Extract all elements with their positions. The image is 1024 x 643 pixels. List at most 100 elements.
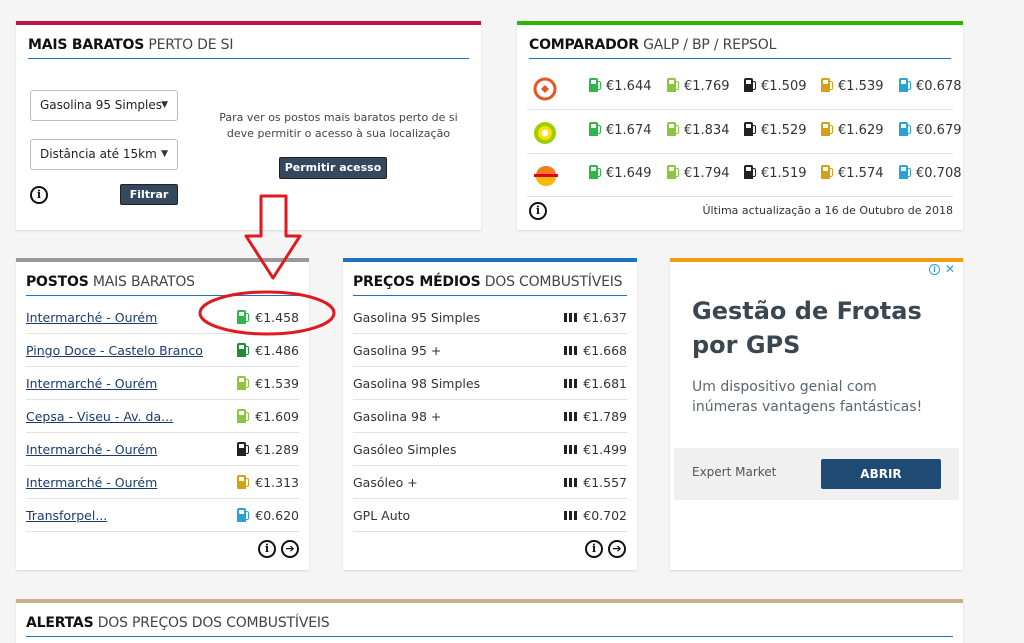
card-title: MAIS BARATOS PERTO DE SI xyxy=(28,37,469,59)
fuel-pump-icon xyxy=(744,78,756,92)
last-update-text: Última actualização a 16 de Outubro de 2… xyxy=(702,204,953,217)
average-price-row: Gasolina 95 + €1.668 xyxy=(353,334,627,367)
comparator-price: €1.649 xyxy=(589,165,652,181)
card-accent-bar xyxy=(343,258,637,262)
allow-location-button[interactable]: Permitir acesso xyxy=(279,157,387,179)
station-link[interactable]: Pingo Doce - Castelo Branco xyxy=(26,343,203,358)
fuel-pump-icon xyxy=(589,165,601,179)
comparator-price: €1.509 xyxy=(744,78,807,94)
average-price-row: Gasolina 98 + €1.789 xyxy=(353,400,627,433)
comparator-price: €1.834 xyxy=(667,121,730,138)
card-accent-bar xyxy=(16,21,481,25)
comparator-price: €0.708 xyxy=(899,165,962,181)
bar-chart-icon xyxy=(564,412,579,421)
filter-button[interactable]: Filtrar xyxy=(120,184,178,205)
station-price: €1.313 xyxy=(237,475,299,490)
fuel-pump-icon xyxy=(237,508,250,522)
station-link[interactable]: Intermarché - Ourém xyxy=(26,376,157,391)
nearby-cheapest-card: MAIS BARATOS PERTO DE SI Gasolina 95 Sim… xyxy=(16,21,481,230)
bar-chart-icon xyxy=(564,313,579,322)
station-price: €1.458 xyxy=(237,310,299,325)
comparator-price: €1.769 xyxy=(667,78,730,94)
fuel-pump-icon xyxy=(821,121,833,136)
fuel-pump-icon xyxy=(237,376,250,390)
fuel-pump-icon xyxy=(744,165,756,179)
station-price: €1.289 xyxy=(237,442,299,457)
ad-open-button[interactable]: ABRIR xyxy=(821,459,941,489)
info-icon[interactable]: i xyxy=(585,540,603,558)
fuel-pump-icon xyxy=(744,121,756,136)
arrow-right-icon[interactable]: ➔ xyxy=(608,540,626,558)
station-link[interactable]: Intermarché - Ourém xyxy=(26,310,157,325)
location-message: Para ver os postos mais baratos perto de… xyxy=(219,111,458,140)
fuel-name: Gasolina 98 Simples xyxy=(353,376,481,391)
station-link[interactable]: Intermarché - Ourém xyxy=(26,475,157,490)
card-title: COMPARADOR GALP / BP / REPSOL xyxy=(529,37,951,59)
ad-body: Um dispositivo genial com inúmeras vanta… xyxy=(692,379,923,415)
fuel-pump-icon xyxy=(821,165,833,179)
fuel-type-select[interactable]: Gasolina 95 Simples ▼ xyxy=(30,90,178,121)
station-link[interactable]: Intermarché - Ourém xyxy=(26,442,157,457)
bar-chart-icon xyxy=(564,346,579,355)
repsol-logo-icon xyxy=(533,164,558,186)
station-link[interactable]: Transforpel... xyxy=(26,508,107,523)
card-accent-bar xyxy=(16,258,309,262)
info-icon[interactable]: i xyxy=(529,202,547,220)
ad-info-icon[interactable]: i xyxy=(929,264,940,275)
station-price: €1.539 xyxy=(237,376,299,391)
bar-chart-icon xyxy=(564,379,579,388)
card-accent-bar xyxy=(517,21,963,25)
fuel-name: Gasolina 95 Simples xyxy=(353,310,481,325)
card-title: ALERTAS DOS PREÇOS DOS COMBUSTÍVEIS xyxy=(26,615,953,637)
fuel-pump-icon xyxy=(667,121,679,136)
info-icon[interactable]: i xyxy=(30,186,48,204)
average-price-row: Gasolina 98 Simples €1.681 xyxy=(353,367,627,400)
fuel-name: Gasolina 95 + xyxy=(353,343,442,358)
fuel-pump-icon xyxy=(237,310,250,324)
card-title: POSTOS MAIS BARATOS xyxy=(26,274,299,296)
comparator-price: €1.674 xyxy=(589,121,652,138)
bar-chart-icon xyxy=(564,478,579,487)
galp-logo-icon xyxy=(533,77,557,101)
fuel-pump-icon xyxy=(237,409,250,423)
station-price: €1.609 xyxy=(237,409,299,424)
ad-close-icon[interactable]: ✕ xyxy=(945,262,955,276)
comparator-row-repsol: €1.649 €1.794 €1.519 €1.574 €0.708 xyxy=(527,153,962,197)
distance-select[interactable]: Distância até 15km ▼ xyxy=(30,139,178,170)
arrow-right-icon[interactable]: ➔ xyxy=(281,540,299,558)
station-row: Transforpel... €0.620 xyxy=(26,499,299,532)
fuel-pump-icon xyxy=(237,442,250,456)
comparator-row-galp: €1.644 €1.769 €1.509 €1.539 €0.678 xyxy=(527,66,962,110)
comparator-card: COMPARADOR GALP / BP / REPSOL €1.644 €1.7… xyxy=(517,21,963,230)
fuel-name: Gasóleo Simples xyxy=(353,442,457,457)
average-prices-card: PREÇOS MÉDIOS DOS COMBUSTÍVEIS Gasolina … xyxy=(343,258,637,570)
fuel-pump-icon xyxy=(899,78,911,92)
info-icon[interactable]: i xyxy=(258,540,276,558)
bp-logo-icon xyxy=(533,121,557,144)
average-price-row: GPL Auto €0.702 xyxy=(353,499,627,532)
ad-footer: Expert Market ABRIR xyxy=(674,448,959,500)
average-price: €1.557 xyxy=(564,475,627,490)
fuel-pump-icon xyxy=(821,78,833,92)
card-accent-bar xyxy=(670,258,963,262)
comparator-price: €1.644 xyxy=(589,78,652,94)
average-price-row: Gasóleo Simples €1.499 xyxy=(353,433,627,466)
station-row: Intermarché - Ourém €1.539 xyxy=(26,367,299,400)
comparator-price: €1.519 xyxy=(744,165,807,181)
fuel-pump-icon xyxy=(589,78,601,92)
fuel-pump-icon xyxy=(899,165,911,179)
card-title: PREÇOS MÉDIOS DOS COMBUSTÍVEIS xyxy=(353,274,627,296)
fuel-pump-icon xyxy=(589,121,601,136)
station-link[interactable]: Cepsa - Viseu - Av. da... xyxy=(26,409,173,424)
fuel-pump-icon xyxy=(667,165,679,179)
average-price: €1.668 xyxy=(564,343,627,358)
ad-headline[interactable]: Gestão de Frotas por GPS xyxy=(692,294,932,362)
fuel-name: GPL Auto xyxy=(353,508,411,523)
fuel-pump-icon xyxy=(899,121,911,136)
comparator-price: €1.529 xyxy=(744,121,807,138)
average-price: €1.499 xyxy=(564,442,627,457)
comparator-price: €1.574 xyxy=(821,165,884,181)
station-row: Pingo Doce - Castelo Branco €1.486 xyxy=(26,334,299,367)
bar-chart-icon xyxy=(564,511,579,520)
fuel-pump-icon xyxy=(667,78,679,92)
